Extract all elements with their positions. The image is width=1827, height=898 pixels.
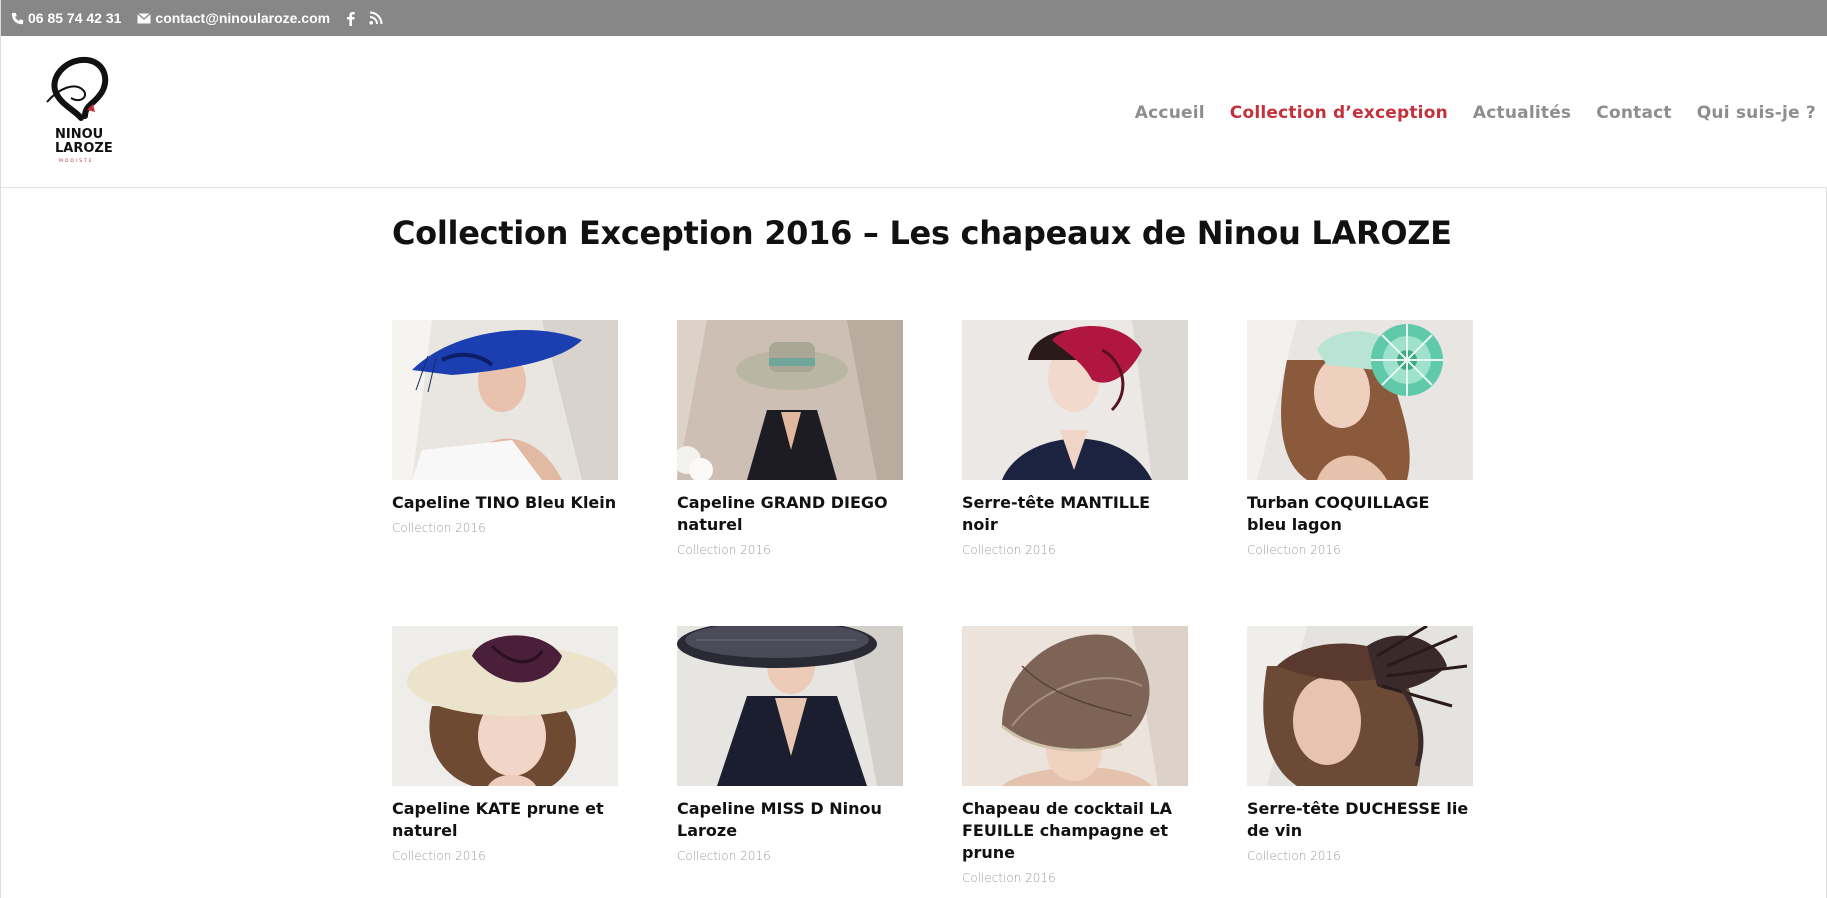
product-category[interactable]: Collection 2016 bbox=[677, 543, 903, 557]
product-image[interactable] bbox=[677, 320, 903, 480]
nav-item-collection[interactable]: Collection d’exception bbox=[1230, 103, 1448, 123]
product-title[interactable]: Turban COQUILLAGE bleu lagon bbox=[1247, 492, 1473, 536]
product-title[interactable]: Capeline TINO Bleu Klein bbox=[392, 492, 618, 514]
product-image[interactable] bbox=[1247, 626, 1473, 786]
product-image[interactable] bbox=[392, 320, 618, 480]
product-title[interactable]: Capeline GRAND DIEGO naturel bbox=[677, 492, 903, 536]
rss-icon[interactable] bbox=[369, 11, 383, 25]
product-card[interactable]: Serre-tête MANTILLE noir Collection 2016 bbox=[962, 320, 1188, 557]
phone-icon bbox=[11, 12, 24, 24]
product-card[interactable]: Capeline KATE prune et naturel Collectio… bbox=[392, 626, 618, 863]
nav-item-contact[interactable]: Contact bbox=[1596, 103, 1671, 123]
product-image[interactable] bbox=[962, 626, 1188, 786]
product-title[interactable]: Serre-tête DUCHESSE lie de vin bbox=[1247, 798, 1473, 842]
main-nav: Accueil Collection d’exception Actualité… bbox=[1110, 103, 1816, 123]
product-category[interactable]: Collection 2016 bbox=[677, 849, 903, 863]
product-title[interactable]: Capeline KATE prune et naturel bbox=[392, 798, 618, 842]
phone-number: 06 85 74 42 31 bbox=[28, 10, 122, 26]
nav-item-accueil[interactable]: Accueil bbox=[1135, 103, 1205, 123]
product-image[interactable] bbox=[1247, 320, 1473, 480]
product-card[interactable]: Serre-tête DUCHESSE lie de vin Collectio… bbox=[1247, 626, 1473, 863]
product-category[interactable]: Collection 2016 bbox=[1247, 849, 1473, 863]
phone-link[interactable]: 06 85 74 42 31 bbox=[11, 10, 121, 26]
page-title: Collection Exception 2016 – Les chapeaux… bbox=[392, 214, 1452, 252]
product-category[interactable]: Collection 2016 bbox=[962, 871, 1188, 885]
product-title[interactable]: Chapeau de cocktail LA FEUILLE champagne… bbox=[962, 798, 1188, 864]
product-image[interactable] bbox=[962, 320, 1188, 480]
site-logo[interactable]: NINOU LAROZE MODISTE bbox=[41, 54, 121, 166]
product-card[interactable]: Capeline TINO Bleu Klein Collection 2016 bbox=[392, 320, 618, 535]
email-link[interactable]: contact@ninoularoze.com bbox=[137, 10, 330, 26]
svg-text:LAROZE: LAROZE bbox=[55, 141, 113, 156]
product-card[interactable]: Turban COQUILLAGE bleu lagon Collection … bbox=[1247, 320, 1473, 557]
site-header: NINOU LAROZE MODISTE Accueil Collection … bbox=[1, 36, 1827, 188]
product-card[interactable]: Capeline GRAND DIEGO naturel Collection … bbox=[677, 320, 903, 557]
nav-item-qui-suis-je[interactable]: Qui suis-je ? bbox=[1697, 103, 1816, 123]
product-category[interactable]: Collection 2016 bbox=[962, 543, 1188, 557]
envelope-icon bbox=[137, 12, 152, 23]
svg-text:MODISTE: MODISTE bbox=[59, 158, 94, 164]
nav-item-actualites[interactable]: Actualités bbox=[1473, 103, 1571, 123]
facebook-icon[interactable] bbox=[346, 11, 355, 26]
product-image[interactable] bbox=[392, 626, 618, 786]
product-category[interactable]: Collection 2016 bbox=[392, 849, 618, 863]
svg-text:NINOU: NINOU bbox=[55, 127, 103, 142]
product-title[interactable]: Capeline MISS D Ninou Laroze bbox=[677, 798, 903, 842]
product-image[interactable] bbox=[677, 626, 903, 786]
product-title[interactable]: Serre-tête MANTILLE noir bbox=[962, 492, 1188, 536]
product-card[interactable]: Capeline MISS D Ninou Laroze Collection … bbox=[677, 626, 903, 863]
product-category[interactable]: Collection 2016 bbox=[392, 521, 618, 535]
product-card[interactable]: Chapeau de cocktail LA FEUILLE champagne… bbox=[962, 626, 1188, 885]
top-bar: 06 85 74 42 31 contact@ninoularoze.com bbox=[1, 0, 1827, 36]
email-address: contact@ninoularoze.com bbox=[155, 10, 331, 26]
product-category[interactable]: Collection 2016 bbox=[1247, 543, 1473, 557]
